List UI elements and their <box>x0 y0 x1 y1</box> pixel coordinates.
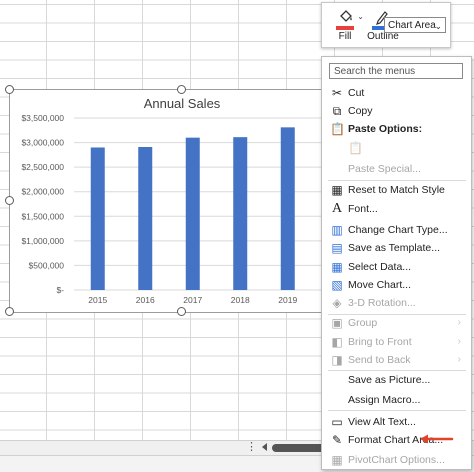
fill-dropdown-icon[interactable]: ⌄ <box>357 12 364 21</box>
y-tick-label: $1,500,000 <box>21 211 64 221</box>
fill-button[interactable]: ⌄ Fill <box>330 6 364 44</box>
menu-item-3d-rotation[interactable]: ◈ 3-D Rotation... <box>322 294 471 312</box>
bring-front-icon: ◧ <box>331 335 343 349</box>
fill-label: Fill <box>338 31 352 42</box>
clipboard-icon: 📋 <box>348 141 363 155</box>
y-tick-label: $2,500,000 <box>21 162 64 172</box>
paint-bucket-icon <box>340 10 352 22</box>
bar-chart: Annual Sales $3,500,000 $3,000,000 $2,500,0… <box>21 96 352 305</box>
format-chart-area-icon: ✎ <box>331 433 343 447</box>
menu-item-assign-macro[interactable]: Assign Macro... <box>322 391 471 409</box>
menu-item-group[interactable]: ▣ Group › <box>322 314 471 332</box>
context-menu: Search the menus ✂ Cut ⧉ Copy 📋 Paste Op… <box>321 56 472 470</box>
menu-item-copy[interactable]: ⧉ Copy <box>322 102 471 120</box>
menu-item-save-as-picture[interactable]: Save as Picture... <box>322 371 471 389</box>
x-tick-label: 2017 <box>183 295 202 305</box>
submenu-arrow-icon: › <box>457 317 461 328</box>
submenu-arrow-icon: › <box>457 336 461 347</box>
scissors-icon: ✂ <box>331 86 343 100</box>
y-tick-label: $- <box>56 285 64 295</box>
pivot-options-icon: ▦ <box>331 453 343 467</box>
menu-item-paste-special[interactable]: Paste Special... <box>322 160 471 178</box>
bar-2016[interactable] <box>138 146 153 290</box>
scroll-left-icon[interactable] <box>262 443 267 451</box>
menu-separator <box>328 410 466 411</box>
y-tick-label: $3,500,000 <box>21 113 64 123</box>
x-tick-label: 2016 <box>136 295 155 305</box>
menu-item-pivotchart-options[interactable]: ▦ PivotChart Options... <box>322 451 471 469</box>
select-data-icon: ▦ <box>331 260 343 274</box>
chart-title[interactable]: Annual Sales <box>144 96 221 111</box>
template-icon: ▤ <box>331 241 343 255</box>
y-tick-label: $2,000,000 <box>21 187 64 197</box>
chart-element-select[interactable]: Chart Area ⌄ <box>384 17 446 33</box>
move-chart-icon: ▧ <box>331 278 343 292</box>
send-back-icon: ◨ <box>331 353 343 367</box>
paste-icon: 📋 <box>330 122 345 136</box>
menu-item-paste-options: 📋 Paste Options: <box>330 122 423 136</box>
paste-option-button[interactable]: 📋 <box>322 138 471 160</box>
font-icon: A <box>331 201 343 216</box>
chart-area[interactable]: Annual Sales $3,500,000 $3,000,000 $2,500,0… <box>9 89 363 313</box>
bar-2019[interactable] <box>280 127 295 290</box>
x-tick-label: 2019 <box>278 295 297 305</box>
rotation-icon: ◈ <box>332 296 342 310</box>
menu-item-font[interactable]: A Font... <box>322 200 471 218</box>
resize-handle-middle-left[interactable] <box>5 196 14 205</box>
chart-type-icon: ▥ <box>331 223 343 237</box>
chevron-down-icon: ⌄ <box>434 21 442 31</box>
y-tick-label: $3,000,000 <box>21 138 64 148</box>
resize-handle-top-center[interactable] <box>177 85 186 94</box>
y-tick-label: $1,000,000 <box>21 236 64 246</box>
menu-item-bring-to-front[interactable]: ◧ Bring to Front › <box>322 333 471 351</box>
menu-item-send-to-back[interactable]: ◨ Send to Back › <box>322 351 471 369</box>
mini-toolbar: ⌄ Fill ⌄ Outline Chart Area ⌄ <box>321 2 451 48</box>
menu-item-view-alt-text[interactable]: ▭ View Alt Text... <box>322 413 471 431</box>
menu-item-move-chart[interactable]: ▧ Move Chart... <box>322 276 471 294</box>
x-tick-label: 2018 <box>231 295 250 305</box>
annotation-arrow-icon <box>420 434 454 444</box>
x-tick-label: 2015 <box>88 295 107 305</box>
resize-handle-bottom-left[interactable] <box>5 307 14 316</box>
copy-icon: ⧉ <box>332 104 342 118</box>
menu-item-change-chart-type[interactable]: ▥ Change Chart Type... <box>322 221 471 239</box>
alt-text-icon: ▭ <box>331 415 343 429</box>
chart-element-select-value: Chart Area <box>388 20 436 31</box>
menu-item-reset-style[interactable]: ▦ Reset to Match Style <box>322 181 471 199</box>
menu-item-select-data[interactable]: ▦ Select Data... <box>322 258 471 276</box>
bar-2017[interactable] <box>185 137 200 290</box>
group-icon: ▣ <box>331 316 343 330</box>
fill-color-bar <box>336 26 354 30</box>
menu-search-input[interactable]: Search the menus <box>329 63 463 79</box>
menu-item-cut[interactable]: ✂ Cut <box>322 84 471 102</box>
resize-handle-bottom-center[interactable] <box>177 307 186 316</box>
menu-item-save-template[interactable]: ▤ Save as Template... <box>322 239 471 257</box>
y-tick-label: $500,000 <box>29 260 65 270</box>
reset-style-icon: ▦ <box>331 183 343 197</box>
more-options-icon[interactable]: ⋮ <box>246 441 257 453</box>
resize-handle-top-left[interactable] <box>5 85 14 94</box>
bar-2018[interactable] <box>233 137 248 290</box>
bar-2015[interactable] <box>90 147 105 290</box>
submenu-arrow-icon: › <box>457 354 461 365</box>
